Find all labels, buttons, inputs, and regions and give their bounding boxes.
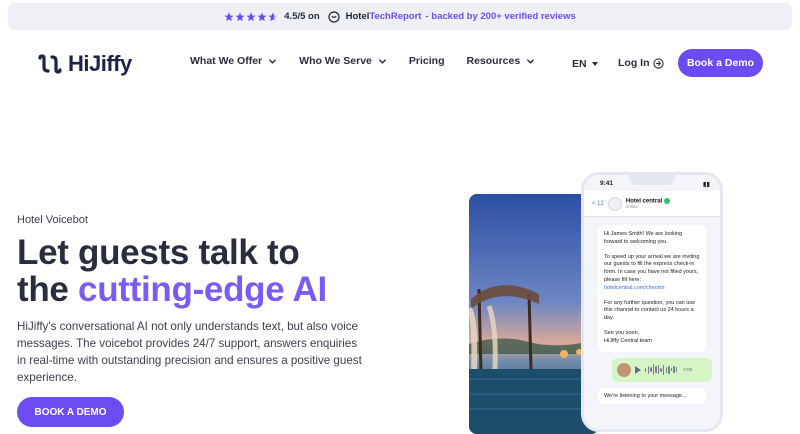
voice-message[interactable]: 0:05 [612,357,712,382]
review-site-name: HotelTechReport [346,11,422,22]
logo-text: HiJiffy [68,51,132,76]
nav-label: Pricing [408,55,445,67]
hero-description: HiJiffy's conversational AI not only und… [17,320,362,384]
message-line: For any further question, you can use th… [604,299,696,322]
message-text: To speed up your arrival we are inviting… [604,253,700,283]
listening-bubble: We're listening to your message... [598,387,706,404]
headline-accent: cutting-edge AI [78,270,327,309]
brand-logo[interactable]: HiJiffy [36,51,132,77]
hero-kicker: Hotel Voicebot [17,214,88,226]
nav-pricing[interactable]: Pricing [409,55,445,67]
phone-mockup: 9:41 ▮▮ < 12 Hotel central online Hi Jam… [581,172,723,432]
message-line: To speed up your arrival we are inviting… [604,254,700,293]
headline-plain: the [17,270,79,309]
rating-text: 4.5/5 on [284,11,320,22]
login-icon [652,57,664,69]
chevron-down-icon [378,58,386,64]
nav-who-we-serve[interactable]: Who We Serve [299,55,387,67]
play-icon[interactable] [635,365,641,374]
contact-status: online [625,204,638,210]
checkin-link[interactable]: hotelcentral.com/checkin [604,285,665,291]
backed-text: - backed by 200+ verified reviews [425,11,576,22]
book-a-demo-cta-button[interactable]: BOOK A DEMO [17,397,124,427]
waveform-icon [645,364,678,376]
voice-duration: 0:05 [683,367,693,373]
hero-headline: Let guests talk to the cutting-edge AI [17,234,327,308]
phone-time: 9:41 [600,180,614,187]
hijiffy-logo-icon [38,54,62,74]
message-text: HiJiffy Central team [604,337,652,344]
chat-bubble: Hi James Smith! We are looking forward t… [598,225,706,352]
login-label: Log In [618,57,650,69]
main-nav: What We Offer Who We Serve Pricing Resou… [190,55,535,67]
message-text: See you soon, [604,329,640,336]
review-banner[interactable]: 4.5/5 on HotelTechReport - backed by 200… [8,3,792,30]
caret-down-icon [591,62,598,66]
nav-what-we-offer[interactable]: What We Offer [190,55,277,67]
star-icon [246,12,256,22]
book-demo-button[interactable]: Book a Demo [678,49,763,77]
chevron-down-icon [527,58,535,64]
star-icon [257,12,267,22]
hotel-pool-photo [469,194,599,434]
rating-stars [224,12,278,22]
chat-header: < 12 Hotel central online [584,191,720,217]
star-icon [235,12,245,22]
phone-notch [629,175,675,185]
voice-avatar [617,362,631,377]
review-site-suffix: TechReport [369,11,422,22]
nav-resources[interactable]: Resources [467,55,536,67]
verified-icon [664,197,671,204]
message-line: Hi James Smith! We are looking forward t… [604,231,683,245]
message-line: See you soon, HiJiffy Central team [604,330,700,346]
review-site-prefix: Hotel [345,11,370,22]
hoteltechreport-logo-icon [328,10,340,23]
battery-icon: ▮▮ [702,181,710,188]
avatar [607,196,622,211]
star-half-icon [268,12,278,22]
chevron-down-icon [269,58,277,64]
back-count: < 12 [592,200,604,207]
nav-label: What We Offer [190,55,263,67]
headline-line-2: the cutting-edge AI [17,271,327,308]
login-link[interactable]: Log In [618,57,664,69]
language-selector[interactable]: EN [572,58,598,70]
pool-illustration [469,194,599,434]
nav-label: Who We Serve [299,55,372,67]
star-icon [224,12,234,22]
nav-label: Resources [466,55,521,67]
headline-line-1: Let guests talk to [17,233,300,272]
contact-info: Hotel central online [625,197,671,210]
language-label: EN [572,58,587,70]
